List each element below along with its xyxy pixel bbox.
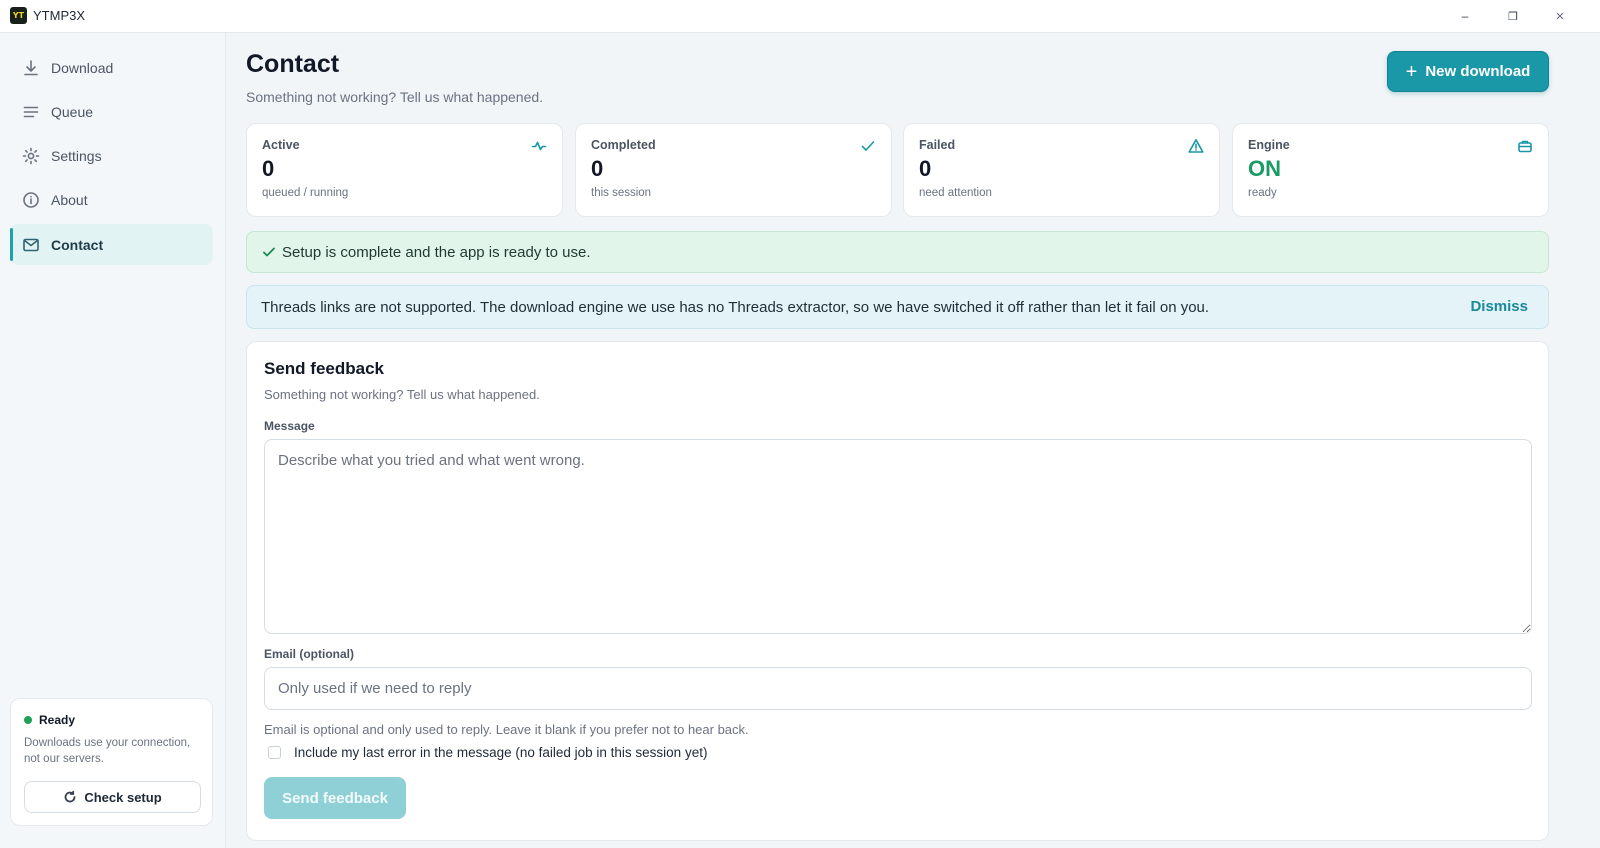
stat-sub: need attention xyxy=(919,187,992,199)
maximize-button[interactable]: ❐ xyxy=(1501,4,1525,28)
gear-icon xyxy=(22,147,40,164)
mail-icon xyxy=(23,238,39,251)
stat-sub: this session xyxy=(591,187,652,199)
sidebar-item-about[interactable]: About xyxy=(10,179,213,220)
sidebar-item-label: Settings xyxy=(51,147,102,164)
page-title: Contact xyxy=(246,50,340,78)
stat-value: 0 xyxy=(591,156,604,181)
check-icon xyxy=(263,247,275,257)
include-error-row[interactable]: Include my last error in the message (no… xyxy=(268,745,707,760)
sidebar: Download Queue Settings About Contact Re… xyxy=(0,33,226,848)
stat-value: 0 xyxy=(919,156,932,181)
title-bar: YT YTMP3X – ❐ ✕ xyxy=(0,0,1600,33)
stat-label: Completed xyxy=(591,138,656,152)
feedback-form: Send feedback Something not working? Tel… xyxy=(246,341,1549,841)
stat-label: Engine xyxy=(1248,138,1290,152)
check-setup-button[interactable]: Check setup xyxy=(24,781,201,813)
stat-sub: queued / running xyxy=(262,187,349,199)
threads-notice-text: Threads links are not supported. The dow… xyxy=(261,298,1210,316)
setup-complete-banner: Setup is complete and the app is ready t… xyxy=(246,231,1549,273)
dismiss-button[interactable]: Dismiss xyxy=(1470,298,1528,315)
refresh-icon xyxy=(64,790,76,803)
sidebar-item-label: Download xyxy=(51,59,114,76)
warning-icon xyxy=(1188,138,1204,154)
sidebar-item-settings[interactable]: Settings xyxy=(10,135,213,176)
new-download-label: New download xyxy=(1425,63,1531,80)
stat-card-failed: Failed 0 need attention xyxy=(903,123,1220,217)
stat-sub: ready xyxy=(1248,187,1277,199)
info-icon xyxy=(23,191,39,208)
window-title: YTMP3X xyxy=(33,8,86,23)
check-icon xyxy=(860,138,876,154)
status-label: Ready xyxy=(39,713,76,727)
setup-complete-text: Setup is complete and the app is ready t… xyxy=(282,243,591,261)
include-error-label: Include my last error in the message (no… xyxy=(294,745,708,760)
stat-value: 0 xyxy=(262,156,275,181)
email-input[interactable] xyxy=(264,667,1532,710)
minimize-button[interactable]: – xyxy=(1453,4,1477,28)
sidebar-item-download[interactable]: Download xyxy=(10,47,213,88)
status-dot-icon xyxy=(24,716,32,724)
email-help-text: Email is optional and only used to reply… xyxy=(264,722,749,737)
status-description: Downloads use your connection, not our s… xyxy=(24,737,191,765)
page-subtitle: Something not working? Tell us what happ… xyxy=(246,89,544,105)
sidebar-item-queue[interactable]: Queue xyxy=(10,91,213,132)
download-icon xyxy=(24,59,38,75)
stat-card-active: Active 0 queued / running xyxy=(246,123,563,217)
new-download-button[interactable]: + New download xyxy=(1387,51,1549,92)
status-card: Ready Downloads use your connection, not… xyxy=(10,698,213,826)
sidebar-item-label: About xyxy=(51,191,88,208)
threads-notice-banner: Threads links are not supported. The dow… xyxy=(246,285,1549,329)
message-textarea[interactable] xyxy=(264,439,1532,634)
stat-card-engine: Engine ON ready xyxy=(1232,123,1549,217)
app-logo-text: YT xyxy=(12,10,25,20)
form-title: Send feedback xyxy=(264,359,384,378)
plus-icon: + xyxy=(1405,60,1418,83)
close-button[interactable]: ✕ xyxy=(1548,4,1572,28)
app-logo: YT xyxy=(10,7,27,24)
stat-label: Active xyxy=(262,138,300,152)
message-label: Message xyxy=(264,419,315,433)
stat-card-completed: Completed 0 this session xyxy=(575,123,892,217)
stat-value: ON xyxy=(1248,156,1281,181)
stat-label: Failed xyxy=(919,138,956,152)
email-label: Email (optional) xyxy=(264,647,354,661)
send-feedback-button[interactable]: Send feedback xyxy=(264,777,406,819)
queue-icon xyxy=(23,106,39,117)
include-error-checkbox[interactable] xyxy=(268,746,281,759)
sidebar-item-label: Contact xyxy=(51,236,104,253)
form-subtitle: Something not working? Tell us what happ… xyxy=(264,387,540,402)
activity-icon xyxy=(531,138,547,154)
briefcase-icon xyxy=(1517,138,1533,154)
status-row: Ready xyxy=(24,713,199,727)
sidebar-item-label: Queue xyxy=(51,103,94,120)
check-setup-label: Check setup xyxy=(84,789,162,805)
sidebar-item-contact[interactable]: Contact xyxy=(10,224,213,265)
